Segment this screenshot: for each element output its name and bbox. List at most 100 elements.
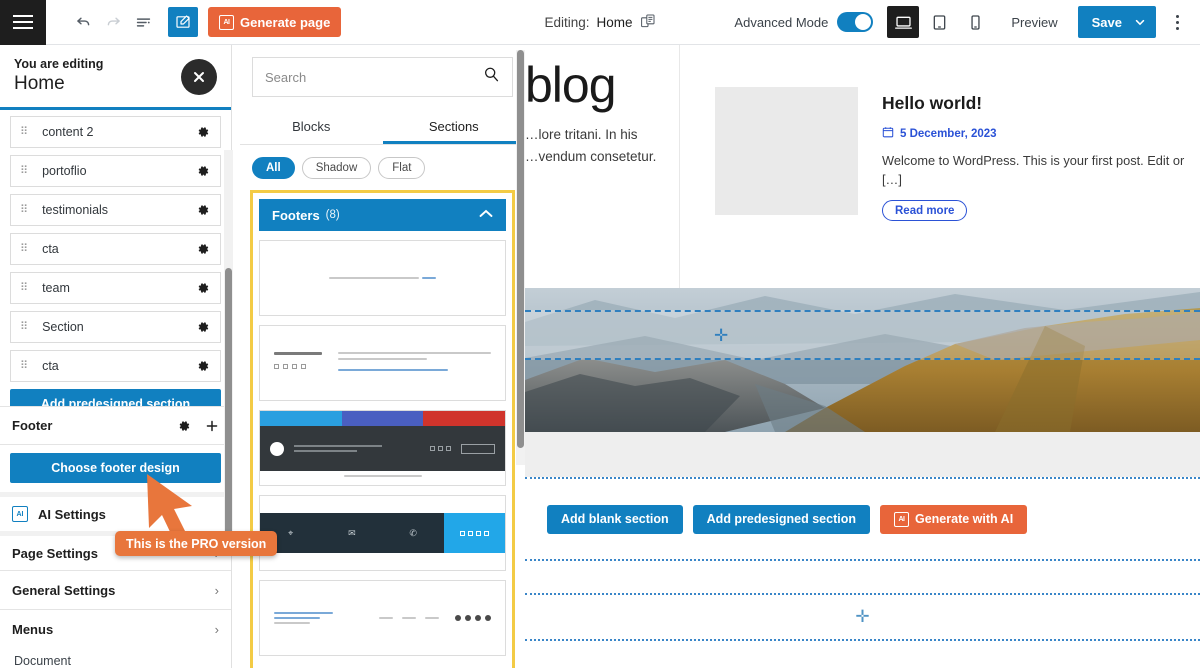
footer-thumbnail[interactable] (259, 325, 506, 401)
chevron-down-icon[interactable] (1134, 16, 1156, 28)
generate-page-button[interactable]: AI Generate page (208, 7, 342, 37)
sidebar-item-label: AI Settings (38, 506, 106, 522)
page-switch-icon[interactable] (640, 13, 656, 32)
plus-marker-icon[interactable]: ✛ (714, 327, 728, 344)
tablet-icon[interactable] (923, 6, 955, 38)
drag-handle-icon[interactable]: ⠿ (20, 243, 28, 255)
choose-footer-design-button[interactable]: Choose footer design (10, 453, 221, 483)
footer-thumbnail[interactable] (259, 240, 506, 316)
sidebar-item-menus[interactable]: Menus › (0, 609, 231, 648)
gear-icon[interactable] (196, 320, 210, 334)
chevron-right-icon: › (214, 621, 219, 637)
search-input[interactable] (265, 69, 483, 85)
editing-label: Editing: (544, 14, 590, 30)
ai-icon: AI (219, 14, 234, 30)
drag-handle-icon[interactable]: ⠿ (20, 204, 28, 216)
hero-landscape-image[interactable]: ✛ (525, 288, 1200, 432)
page-builder-app: AI Generate page Editing: Home Advanced … (0, 0, 1200, 668)
post-excerpt: Welcome to WordPress. This is your first… (882, 153, 1185, 188)
preview-post-row: Hello world! 5 December, 2023 Welcome to… (680, 45, 1200, 288)
section-row[interactable]: ⠿ cta (10, 350, 221, 382)
section-row[interactable]: ⠿ portoflio (10, 155, 221, 187)
plus-icon[interactable]: ✛ (855, 607, 869, 627)
sidebar-item-general-settings[interactable]: General Settings › (0, 570, 231, 609)
gear-icon[interactable] (196, 125, 210, 139)
section-label: cta (42, 359, 59, 373)
hamburger-icon[interactable] (0, 0, 46, 45)
section-label: content 2 (42, 125, 94, 139)
footers-group-header[interactable]: Footers (8) (259, 199, 506, 231)
section-row[interactable]: ⠿ testimonials (10, 194, 221, 226)
top-toolbar: AI Generate page Editing: Home Advanced … (0, 0, 1200, 45)
filter-flat[interactable]: Flat (378, 157, 426, 179)
add-predesigned-section-button[interactable]: Add predesigned section (10, 389, 221, 406)
footer-thumbnail[interactable] (259, 580, 506, 656)
footer-group-label: Footer (12, 418, 53, 433)
mobile-icon[interactable] (959, 6, 991, 38)
drag-handle-icon[interactable]: ⠿ (20, 165, 28, 177)
chevron-up-icon[interactable] (479, 209, 493, 221)
preview-hero-text: …lore tritani. In his …vendum consetetur… (525, 124, 667, 168)
footers-group-highlight: Footers (8) ⌖ ✉ ✆ (250, 190, 515, 668)
sidebar-item-label: Page Settings (12, 545, 98, 561)
kebab-menu-icon[interactable] (1162, 6, 1192, 38)
footer-thumbnail[interactable]: ⌖ ✉ ✆ (259, 495, 506, 571)
sidebar-item-label: Menus (12, 621, 54, 637)
section-label: portoflio (42, 164, 87, 178)
section-row[interactable]: ⠿ content 2 (10, 116, 221, 148)
drag-handle-icon[interactable]: ⠿ (20, 360, 28, 372)
section-library-panel: Blocks Sections All Shadow Flat Footers … (240, 45, 525, 668)
save-button[interactable]: Save (1077, 6, 1156, 38)
post-title: Hello world! (882, 93, 983, 113)
add-section-dropzone-secondary[interactable]: ✛ (525, 593, 1200, 641)
gear-icon[interactable] (196, 203, 210, 217)
redo-arrow-icon[interactable] (98, 7, 128, 37)
section-row[interactable]: ⠿ Section (10, 311, 221, 343)
search-box[interactable] (252, 57, 513, 97)
tab-sections[interactable]: Sections (383, 111, 526, 144)
footer-thumbnail[interactable] (259, 410, 506, 486)
sidebar-item-ai-settings[interactable]: AI AI Settings (0, 492, 231, 531)
search-icon[interactable] (483, 66, 500, 88)
filter-all[interactable]: All (252, 157, 295, 179)
list-view-icon[interactable] (128, 7, 158, 37)
gear-icon[interactable] (196, 242, 210, 256)
advanced-mode-toggle[interactable] (837, 12, 874, 32)
tab-blocks[interactable]: Blocks (240, 111, 383, 144)
close-x-icon[interactable] (181, 59, 217, 95)
drag-handle-icon[interactable]: ⠿ (20, 321, 28, 333)
choose-footer-design-wrap: Choose footer design (0, 445, 231, 492)
hero-text-line-1: …lore tritani. In his (525, 127, 638, 142)
read-more-button[interactable]: Read more (882, 200, 968, 222)
filter-shadow[interactable]: Shadow (301, 157, 372, 179)
blog-post-card: Hello world! 5 December, 2023 Welcome to… (882, 87, 1190, 288)
drag-handle-icon[interactable]: ⠿ (20, 282, 28, 294)
sidebar-eyebrow: You are editing (14, 57, 104, 71)
gear-icon[interactable] (196, 164, 210, 178)
generate-with-ai-button[interactable]: AI Generate with AI (880, 504, 1028, 534)
post-date-text: 5 December, 2023 (900, 127, 997, 140)
footer-group-header: Footer (0, 406, 231, 445)
add-predesigned-section-button[interactable]: Add predesigned section (692, 504, 870, 534)
toolbar-right-group: Advanced Mode Preview Save (734, 6, 1200, 38)
add-section-dropzone: Add blank section Add predesigned sectio… (525, 477, 1200, 561)
gear-icon[interactable] (177, 419, 191, 433)
plus-icon[interactable] (205, 419, 219, 433)
undo-arrow-icon[interactable] (68, 7, 98, 37)
section-row[interactable]: ⠿ team (10, 272, 221, 304)
chevron-right-icon: › (214, 582, 219, 598)
library-scrollbar[interactable] (516, 50, 525, 465)
sidebar-page-title: Home (14, 73, 65, 94)
drag-handle-icon[interactable]: ⠿ (20, 126, 28, 138)
gear-icon[interactable] (196, 359, 210, 373)
preview-button[interactable]: Preview (995, 15, 1073, 30)
add-blank-section-button[interactable]: Add blank section (547, 504, 683, 534)
sidebar-scrollbar[interactable] (224, 150, 233, 550)
edit-pencil-icon[interactable] (168, 7, 198, 37)
section-row[interactable]: ⠿ cta (10, 233, 221, 265)
section-selection-overlay[interactable] (525, 310, 1200, 360)
footers-group-label: Footers (272, 207, 320, 223)
post-thumbnail-placeholder (715, 87, 858, 215)
desktop-icon[interactable] (887, 6, 920, 38)
gear-icon[interactable] (196, 281, 210, 295)
